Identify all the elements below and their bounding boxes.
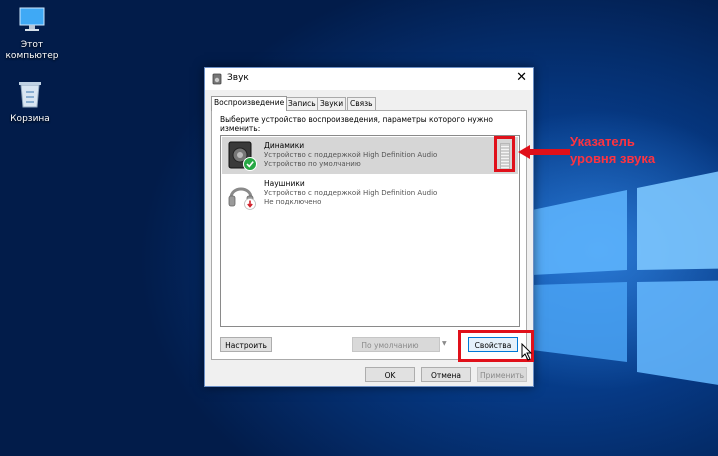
configure-button[interactable]: Настроить [220,337,272,352]
speaker-icon [212,73,222,85]
device-list[interactable]: Динамики Устройство с поддержкой High De… [220,135,520,327]
device-status: Устройство по умолчанию [264,160,361,168]
windows-logo [532,171,718,385]
desktop-icon-label: компьютер [5,51,59,61]
speakers-default-icon [228,141,257,171]
device-name: Динамики [264,141,305,150]
recycle-bin-icon [19,82,41,108]
close-icon[interactable]: ✕ [516,71,527,85]
apply-button[interactable]: Применить [477,367,527,382]
device-status: Не подключено [264,198,322,206]
desktop-icon-this-pc[interactable]: Этот компьютер [2,6,62,62]
window-title: Звук [227,73,249,83]
meter-highlight-box [494,136,515,172]
desktop-icon-label: Корзина [10,114,50,124]
desktop-icon-label: Этот [20,40,44,50]
tab-sounds[interactable]: Звуки [317,97,347,110]
headphones-disconnected-icon [228,187,256,210]
annotation-line: уровня звука [570,151,656,166]
device-item-speakers[interactable]: Динамики Устройство с поддержкой High De… [222,137,518,174]
annotation-line: Указатель [570,134,635,149]
device-item-headphones[interactable]: Наушники Устройство с поддержкой High De… [222,175,518,212]
desktop-icon-recycle-bin[interactable]: Корзина [0,80,60,125]
cancel-button[interactable]: Отмена [421,367,471,382]
annotation-text: Указатель уровня звука [570,133,655,167]
ok-button[interactable]: OK [365,367,415,382]
title-bar[interactable]: Звук ✕ [205,68,533,90]
device-name: Наушники [264,179,305,188]
mouse-cursor-icon [521,343,533,361]
set-default-button[interactable]: По умолчанию [352,337,440,352]
set-default-label: По умолчанию [361,341,419,350]
tab-recording[interactable]: Запись [285,97,319,110]
instruction-text: Выберите устройство воспроизведения, пар… [220,115,493,133]
tab-communications[interactable]: Связь [347,97,376,110]
red-arrow-icon [518,145,570,159]
device-description: Устройство с поддержкой High Definition … [264,189,438,197]
playback-panel: Выберите устройство воспроизведения, пар… [211,110,527,360]
chevron-down-icon[interactable]: ▼ [442,340,447,347]
computer-icon [19,7,45,31]
device-description: Устройство с поддержкой High Definition … [264,151,438,159]
tab-playback[interactable]: Воспроизведение [211,96,288,111]
